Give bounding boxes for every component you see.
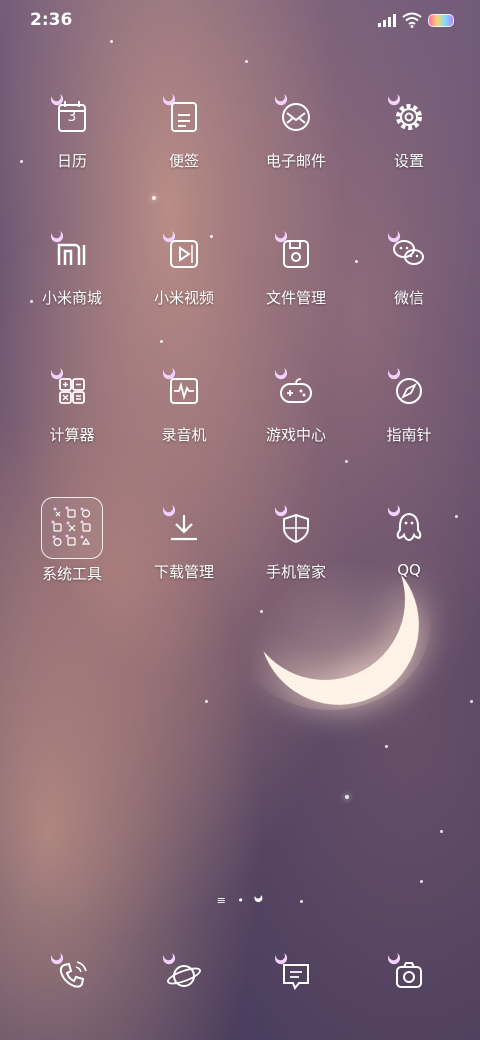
- folder-icon: [41, 497, 103, 559]
- menu-lines-icon: ≡: [216, 894, 226, 907]
- app-label: 小米视频: [153, 289, 214, 307]
- app-label: 下载管理: [153, 563, 214, 581]
- app-label: 系统工具: [41, 565, 102, 583]
- current-page-moon-icon: [254, 895, 263, 903]
- star: [470, 700, 473, 703]
- star: [385, 745, 388, 748]
- app-label: 指南针: [386, 426, 432, 444]
- app-label: 录音机: [161, 426, 207, 444]
- video-player-icon: [163, 231, 198, 268]
- qq-penguin-icon: [388, 505, 422, 542]
- notes-icon: [163, 94, 197, 132]
- app-calendar[interactable]: 3 日历: [17, 86, 127, 171]
- app-label: 便签: [168, 152, 199, 170]
- star: [420, 880, 423, 883]
- app-label: 手机管家: [265, 563, 326, 581]
- star: [245, 60, 248, 63]
- dock-messages[interactable]: [266, 945, 326, 1005]
- phone-icon: [51, 953, 87, 988]
- star: [160, 340, 163, 343]
- wifi-icon: [402, 12, 422, 28]
- download-icon: [163, 505, 197, 541]
- app-settings[interactable]: 设置: [354, 86, 464, 171]
- compass-icon: [388, 368, 422, 404]
- app-label: 设置: [393, 152, 424, 170]
- dock-camera[interactable]: [379, 945, 439, 1005]
- settings-gear-icon: [388, 94, 422, 130]
- shield-icon: [275, 505, 309, 544]
- battery-icon: [428, 14, 454, 27]
- star: [260, 610, 263, 613]
- dock-phone[interactable]: [42, 945, 102, 1005]
- app-file-manager[interactable]: 文件管理: [241, 223, 351, 308]
- app-label: 游戏中心: [265, 426, 326, 444]
- page-indicator[interactable]: ≡ •: [0, 894, 480, 907]
- star: [152, 196, 156, 200]
- app-game-center[interactable]: 游戏中心: [241, 360, 351, 445]
- cellular-signal-icon: [378, 14, 396, 27]
- app-phone-manager[interactable]: 手机管家: [241, 497, 351, 582]
- calendar-date: 3: [67, 109, 77, 125]
- app-notes[interactable]: 便签: [129, 86, 239, 171]
- star: [345, 795, 349, 799]
- app-mi-video[interactable]: 小米视频: [129, 223, 239, 308]
- app-label: 小米商城: [41, 289, 102, 307]
- messages-icon: [275, 953, 309, 990]
- folder-system-tools[interactable]: 系统工具: [17, 497, 127, 584]
- status-bar: 2:36: [0, 0, 480, 42]
- folder-file-icon: [275, 231, 309, 268]
- dock-browser[interactable]: [154, 945, 214, 1005]
- mi-store-icon: [51, 231, 86, 265]
- camera-icon: [388, 953, 422, 988]
- app-recorder[interactable]: 录音机: [129, 360, 239, 445]
- app-wechat[interactable]: 微信: [354, 223, 464, 308]
- app-download-manager[interactable]: 下载管理: [129, 497, 239, 582]
- app-label: 文件管理: [265, 289, 326, 307]
- app-label: 日历: [56, 152, 87, 170]
- browser-planet-icon: [163, 953, 201, 987]
- wechat-icon: [388, 231, 424, 265]
- clock: 2:36: [30, 10, 73, 30]
- home-screen: 2:36 3 日历 便签 电子邮件 设置 小米商城 小米视频 文件管理 微信 计…: [0, 0, 480, 1040]
- star: [440, 830, 443, 833]
- app-label: 微信: [393, 289, 424, 307]
- gamepad-icon: [275, 368, 312, 403]
- page-dot: •: [237, 894, 244, 907]
- app-label: 计算器: [49, 426, 95, 444]
- app-label: 电子邮件: [265, 152, 326, 170]
- recorder-waveform-icon: [163, 368, 198, 404]
- mail-icon: [275, 94, 310, 131]
- star: [345, 460, 348, 463]
- app-compass[interactable]: 指南针: [354, 360, 464, 445]
- app-label: QQ: [397, 561, 421, 579]
- calculator-icon: [51, 368, 85, 404]
- app-calculator[interactable]: 计算器: [17, 360, 127, 445]
- star: [205, 700, 208, 703]
- app-qq[interactable]: QQ: [354, 497, 464, 579]
- app-email[interactable]: 电子邮件: [241, 86, 351, 171]
- app-mi-store[interactable]: 小米商城: [17, 223, 127, 308]
